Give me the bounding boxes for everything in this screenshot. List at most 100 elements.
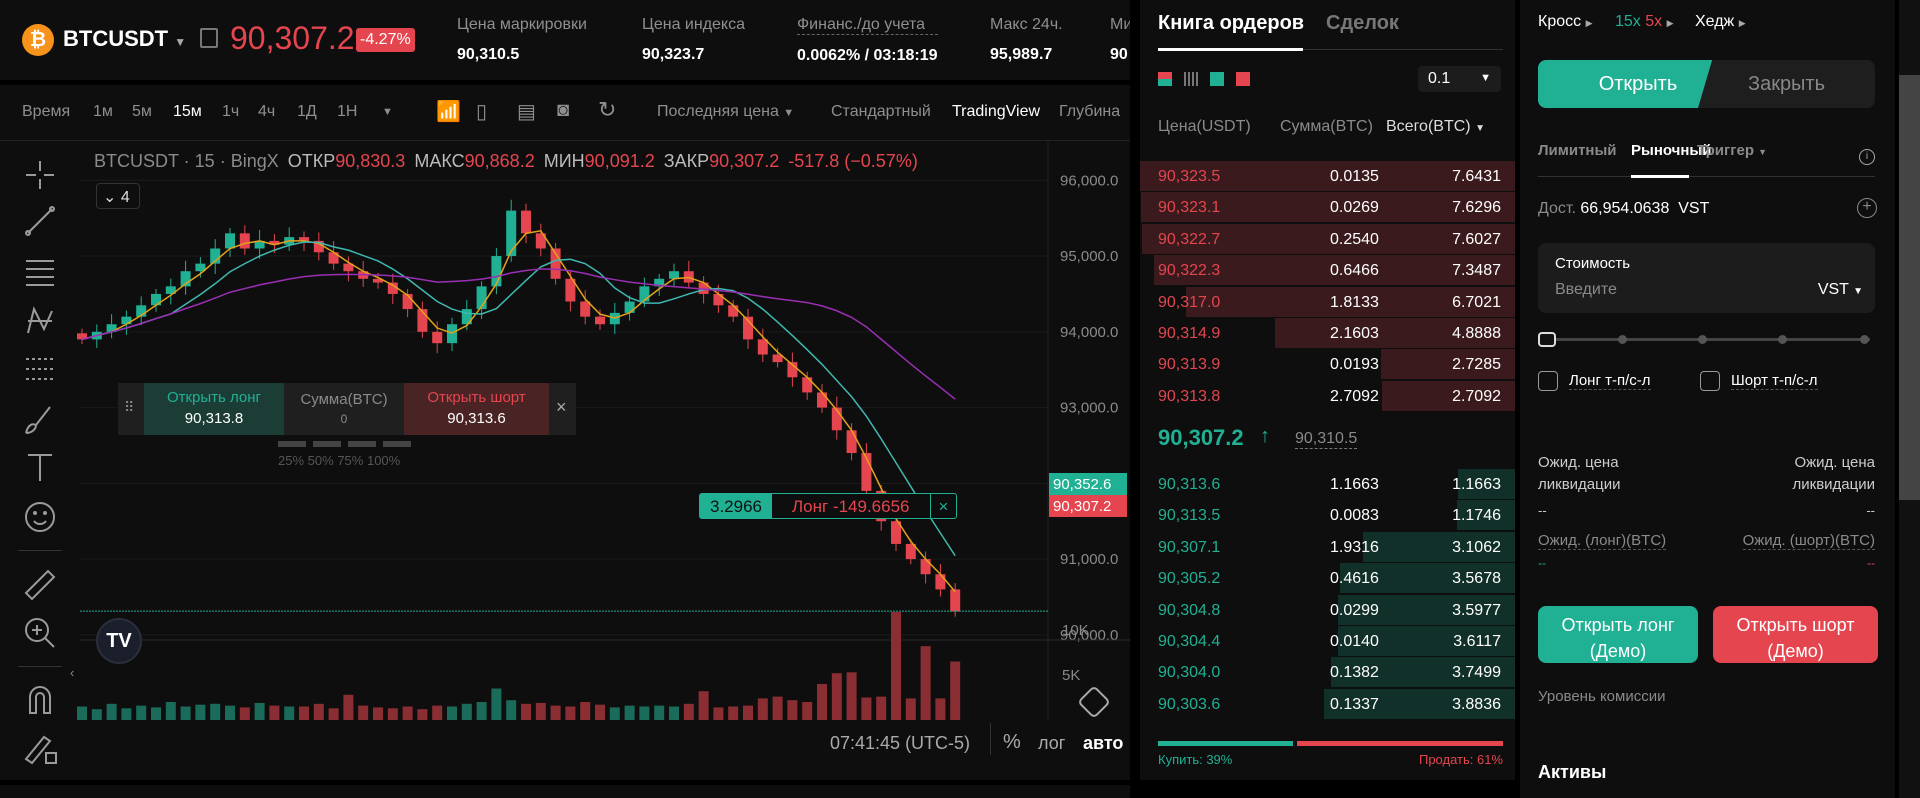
bid-row[interactable]: 90,304.8 0.0299 3.5977 <box>1140 594 1515 626</box>
tab-trades[interactable]: Сделок <box>1326 12 1399 35</box>
active-order-type-indicator <box>1631 175 1689 178</box>
margin-mode-button[interactable]: Кросс ▶ <box>1538 13 1593 31</box>
quick-open-short-button[interactable]: Открыть шорт 90,313.6 <box>404 383 549 435</box>
position-mode-button[interactable]: Хедж ▶ <box>1695 13 1746 31</box>
ask-row[interactable]: 90,317.0 1.8133 6.7021 <box>1140 286 1515 318</box>
volume-bar <box>609 707 620 720</box>
ask-row[interactable]: 90,323.5 0.0135 7.6431 <box>1140 161 1515 192</box>
amount-slider[interactable] <box>1538 330 1873 350</box>
more-intervals-icon[interactable]: ▼ <box>382 106 393 118</box>
view-depth[interactable]: Глубина <box>1059 103 1120 121</box>
quick-amount-input[interactable]: Сумма(BTC) 0 <box>284 383 404 426</box>
total: 3.7499 <box>1452 664 1501 682</box>
volume-tick-label: 5K <box>1062 667 1080 684</box>
open-long-demo-button[interactable]: Открыть лонг (Демо) <box>1538 606 1698 663</box>
candle-body <box>950 589 961 612</box>
bid-row[interactable]: 90,313.6 1.1663 1.1663 <box>1140 469 1515 500</box>
bid-row[interactable]: 90,304.0 0.1382 3.7499 <box>1140 657 1515 688</box>
order-type-limit[interactable]: Лимитный <box>1538 142 1617 159</box>
close-tab-button[interactable]: Закрыть <box>1698 60 1875 108</box>
stat-funding[interactable]: Финанс./до учета 0.0062% / 03:18:19 <box>797 16 938 65</box>
camera-icon[interactable]: ◙ <box>557 99 569 122</box>
order-type-trigger[interactable]: Триггер ▼ <box>1697 142 1767 159</box>
drag-handle-icon[interactable]: ⠿ <box>124 399 134 416</box>
interval-5m[interactable]: 5м <box>132 103 152 121</box>
indicators-icon[interactable]: 📶 <box>436 99 461 124</box>
close-icon[interactable]: × <box>556 397 567 418</box>
candle-body <box>239 233 250 249</box>
amount: 1.9316 <box>1330 538 1379 556</box>
reset-icon[interactable]: ↻ <box>598 97 616 123</box>
tradingview-logo[interactable]: TV <box>96 618 142 664</box>
ask-row[interactable]: 90,314.9 2.1603 4.8888 <box>1140 318 1515 349</box>
view-columns-icon[interactable] <box>1184 72 1198 86</box>
interval-4h[interactable]: 4ч <box>258 103 275 121</box>
interval-1d[interactable]: 1Д <box>297 103 317 121</box>
position-tag[interactable]: 3.2966 Лонг -149.6656 × <box>699 493 958 519</box>
bid-row[interactable]: 90,313.5 0.0083 1.1746 <box>1140 500 1515 531</box>
leverage-button[interactable]: 15x 5x ▶ <box>1615 13 1674 31</box>
price: 90,303.6 <box>1158 695 1221 713</box>
percent-scale-toggle[interactable]: % <box>1003 731 1021 754</box>
view-standard[interactable]: Стандартный <box>831 103 931 121</box>
scrollbar[interactable] <box>1899 0 1920 798</box>
candle-type-icon[interactable]: ▯ <box>476 99 487 124</box>
close-position-icon[interactable]: × <box>929 494 957 518</box>
volume-bar <box>328 708 339 720</box>
short-tpsl-checkbox[interactable] <box>1700 371 1720 391</box>
ask-row[interactable]: 90,323.1 0.0269 7.6296 <box>1140 192 1515 223</box>
up-arrow-icon: ↑ <box>1260 425 1270 447</box>
price-tick-label: 94,000.0 <box>1060 324 1118 341</box>
volume-bar <box>313 703 324 720</box>
price-type-dropdown[interactable]: Последняя цена ▼ <box>657 103 794 121</box>
candle-body <box>920 559 931 575</box>
bid-row[interactable]: 90,304.4 0.0140 3.6117 <box>1140 626 1515 657</box>
book-mark-price[interactable]: 90,310.5 <box>1295 430 1358 449</box>
volume-bar <box>669 706 679 720</box>
symbol-selector[interactable]: BTCUSDT ▼ <box>63 26 186 52</box>
bid-row[interactable]: 90,305.2 0.4616 3.5678 <box>1140 563 1515 594</box>
add-funds-icon[interactable]: + <box>1857 198 1877 218</box>
quick-percent-selector[interactable]: 25% 50% 75% 100% <box>278 441 411 468</box>
view-bids-icon[interactable] <box>1210 72 1224 86</box>
candle-body <box>669 271 679 279</box>
ask-row[interactable]: 90,322.7 0.2540 7.6027 <box>1140 223 1515 255</box>
long-tpsl-checkbox[interactable] <box>1538 371 1558 391</box>
interval-1h[interactable]: 1ч <box>222 103 239 121</box>
quick-open-long-button[interactable]: Открыть лонг 90,313.8 <box>144 383 284 435</box>
view-tradingview[interactable]: TradingView <box>952 103 1040 121</box>
template-icon[interactable]: ▤ <box>517 99 536 124</box>
bid-row[interactable]: 90,303.6 0.1337 3.8836 <box>1140 688 1515 720</box>
log-scale-toggle[interactable]: лог <box>1038 733 1065 754</box>
interval-15m[interactable]: 15м <box>173 103 202 121</box>
col-total[interactable]: Всего(BTC) ▼ <box>1386 118 1485 136</box>
fee-level-link[interactable]: Уровень комиссии <box>1538 688 1665 705</box>
cost-currency-select[interactable]: VST ▼ <box>1818 281 1863 299</box>
cost-placeholder: Введите <box>1555 281 1617 298</box>
precision-select[interactable]: 0.1 ▼ <box>1418 66 1501 92</box>
liq-short-value: -- <box>1866 503 1875 518</box>
bid-row[interactable]: 90,307.1 1.9316 3.1062 <box>1140 531 1515 563</box>
cost-input[interactable]: Стоимость Введите VST ▼ <box>1538 243 1875 313</box>
total: 2.7092 <box>1452 387 1501 405</box>
ask-row[interactable]: 90,313.8 2.7092 2.7092 <box>1140 380 1515 412</box>
book-icon[interactable] <box>200 28 218 48</box>
lock-drawings-icon[interactable] <box>22 729 58 765</box>
ask-row[interactable]: 90,313.9 0.0193 2.7285 <box>1140 349 1515 380</box>
price: 90,307.1 <box>1158 538 1221 556</box>
open-short-demo-button[interactable]: Открыть шорт (Демо) <box>1713 606 1878 663</box>
auto-scale-toggle[interactable]: авто <box>1083 733 1123 754</box>
total: 3.1062 <box>1452 538 1501 556</box>
volume-bar <box>861 697 872 720</box>
view-asks-icon[interactable] <box>1236 72 1250 86</box>
price: 90,314.9 <box>1158 325 1221 342</box>
ask-row[interactable]: 90,322.3 0.6466 7.3487 <box>1140 255 1515 286</box>
interval-1w[interactable]: 1Н <box>337 103 357 121</box>
view-both-icon[interactable] <box>1158 72 1172 86</box>
volume-bar <box>432 705 443 720</box>
info-icon[interactable]: i <box>1859 149 1875 165</box>
stat-high-24h: Макс 24ч. 95,989.7 <box>990 16 1063 63</box>
tab-order-book[interactable]: Книга ордеров <box>1158 12 1304 35</box>
volume-bar <box>180 706 191 720</box>
interval-1m[interactable]: 1м <box>93 103 113 121</box>
